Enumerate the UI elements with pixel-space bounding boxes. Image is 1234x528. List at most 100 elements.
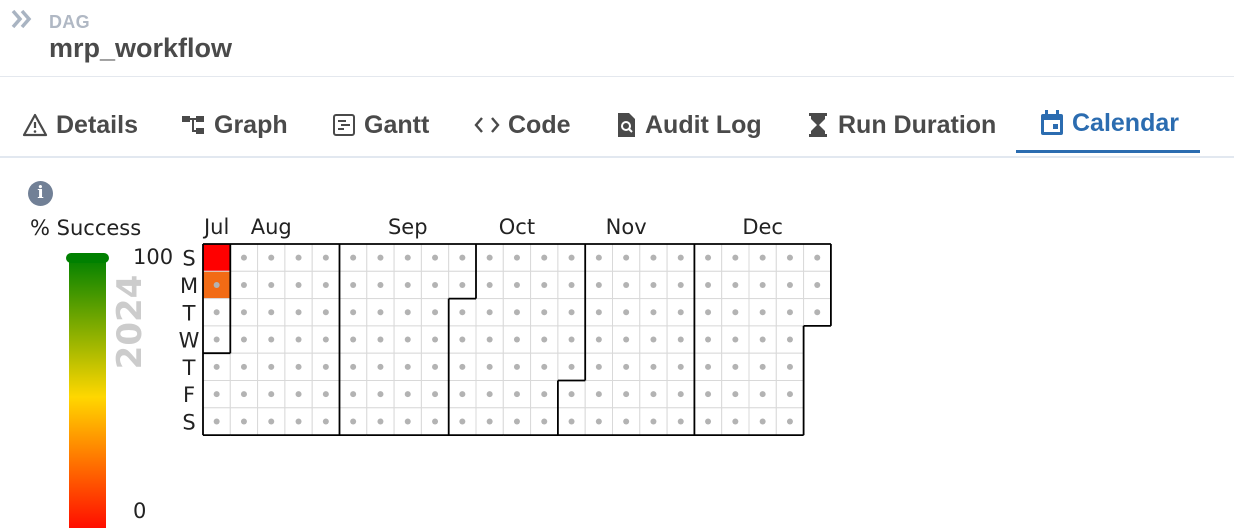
day-dot [322, 391, 329, 398]
code-icon [474, 114, 500, 136]
tab-run-duration[interactable]: Run Duration [806, 96, 996, 154]
day-dot [486, 363, 493, 370]
tab-label: Code [508, 110, 571, 139]
day-dot [513, 418, 520, 425]
day-dot [322, 309, 329, 316]
day-dot [404, 254, 411, 261]
day-dot [295, 391, 302, 398]
day-dot [513, 254, 520, 261]
tab-gantt[interactable]: Gantt [332, 96, 429, 154]
tab-label: Calendar [1072, 108, 1179, 137]
hourglass-icon [806, 112, 830, 138]
day-dot [213, 309, 220, 316]
day-dot [240, 281, 247, 288]
day-dot [377, 418, 384, 425]
day-dot [759, 309, 766, 316]
tab-bar: Details Graph Gantt Code Audit Log Run D… [0, 96, 1234, 158]
day-dot [786, 363, 793, 370]
day-cell[interactable] [202, 243, 231, 272]
day-dot [650, 281, 657, 288]
dag-name: mrp_workflow [49, 33, 233, 63]
day-dot [295, 281, 302, 288]
day-dot [623, 418, 630, 425]
day-dot [732, 309, 739, 316]
day-dot [568, 254, 575, 261]
day-dot [432, 391, 439, 398]
day-dot [350, 336, 357, 343]
day-dot [268, 281, 275, 288]
day-dot [404, 336, 411, 343]
tab-code[interactable]: Code [474, 96, 571, 154]
weekday-label: F [183, 383, 195, 407]
month-label: Oct [499, 215, 535, 239]
day-dot [541, 281, 548, 288]
day-dot [404, 281, 411, 288]
day-dot [240, 254, 247, 261]
day-dot [759, 391, 766, 398]
day-dot [459, 363, 466, 370]
day-dot [513, 363, 520, 370]
tab-details[interactable]: Details [22, 96, 138, 154]
day-dot [240, 309, 247, 316]
day-dot [595, 309, 602, 316]
day-dot [295, 309, 302, 316]
day-dot [268, 363, 275, 370]
day-dot [568, 336, 575, 343]
day-dot [732, 336, 739, 343]
day-dot [322, 254, 329, 261]
day-dot [595, 363, 602, 370]
day-dot [377, 336, 384, 343]
day-dot [432, 309, 439, 316]
day-dot [541, 363, 548, 370]
day-dot [568, 309, 575, 316]
tab-calendar[interactable]: Calendar [1016, 96, 1200, 153]
day-dot [732, 391, 739, 398]
weekday-label: W [179, 329, 200, 353]
day-dot [650, 254, 657, 261]
day-dot [404, 363, 411, 370]
day-dot [759, 254, 766, 261]
day-dot [350, 309, 357, 316]
day-dot [541, 336, 548, 343]
tab-audit-log[interactable]: Audit Log [615, 96, 762, 154]
tab-label: Graph [214, 110, 288, 139]
day-dot [541, 309, 548, 316]
day-dot [677, 363, 684, 370]
day-dot [350, 418, 357, 425]
day-dot [459, 281, 466, 288]
day-dot [240, 363, 247, 370]
weekday-label: T [182, 301, 196, 325]
graph-icon [180, 113, 206, 137]
day-dot [432, 363, 439, 370]
day-dot [268, 309, 275, 316]
month-label: Sep [388, 215, 428, 239]
day-dot [459, 418, 466, 425]
day-dot [295, 418, 302, 425]
audit-log-icon [615, 112, 637, 138]
day-dot [814, 281, 821, 288]
tab-graph[interactable]: Graph [180, 96, 288, 154]
day-dot [705, 309, 712, 316]
legend-title: % Success [30, 216, 141, 240]
day-dot [459, 391, 466, 398]
day-dot [595, 254, 602, 261]
day-dot [677, 418, 684, 425]
day-dot [623, 391, 630, 398]
tab-label: Gantt [364, 110, 430, 139]
day-dot [705, 391, 712, 398]
day-dot [213, 363, 220, 370]
day-dot [432, 281, 439, 288]
day-dot [732, 254, 739, 261]
day-dot [486, 254, 493, 261]
dag-label: DAG [49, 12, 90, 32]
day-dot [650, 363, 657, 370]
tab-label: Run Duration [838, 110, 997, 139]
day-dot [322, 418, 329, 425]
tab-label: Details [56, 110, 138, 139]
day-dot [295, 254, 302, 261]
month-label: Aug [251, 215, 292, 239]
month-label: Jul [202, 215, 229, 239]
day-dot [595, 336, 602, 343]
weekday-label: M [180, 274, 198, 298]
day-dot [595, 391, 602, 398]
